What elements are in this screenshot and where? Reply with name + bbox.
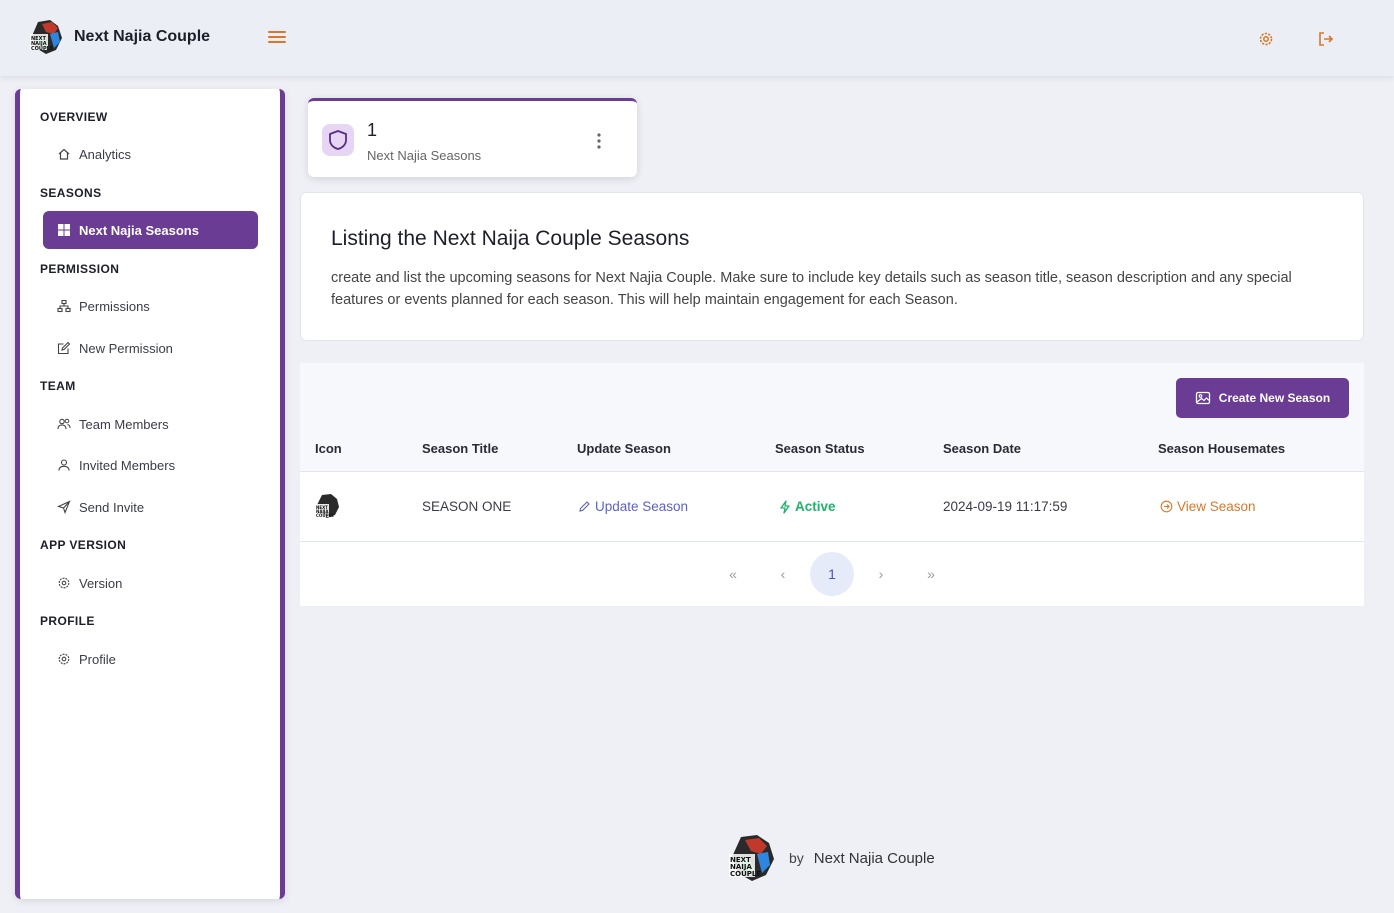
logout-icon[interactable]	[1317, 30, 1335, 48]
create-button-label: Create New Season	[1218, 391, 1331, 405]
sidebar-item-permissions[interactable]: Permissions	[43, 287, 258, 325]
brand-logo-icon: NEXT NAIJA COUPLE	[30, 20, 62, 54]
sidebar: OVERVIEW Analytics SEASONS Next Najia Se…	[15, 89, 285, 899]
edit-icon	[57, 341, 71, 355]
season-icon-cell: NEXT NAIJA COUPLE	[314, 492, 342, 520]
sidebar-item-version[interactable]: Version	[43, 564, 258, 602]
svg-text:COUPLE: COUPLE	[31, 46, 54, 52]
column-header-season-title: Season Title	[422, 441, 499, 456]
sidebar-item-label: Analytics	[79, 146, 132, 162]
column-header-season-housemates: Season Housemates	[1158, 441, 1286, 456]
users-icon	[57, 418, 71, 430]
update-season-label: Update Season	[595, 499, 689, 514]
gear-icon	[58, 653, 70, 665]
footer: NEXT NAIJA COUPLE by Next Najia Couple	[727, 832, 935, 884]
previous-page-button[interactable]: ‹	[761, 552, 805, 596]
sidebar-item-analytics[interactable]: Analytics	[43, 135, 258, 173]
home-icon	[58, 148, 70, 160]
more-vertical-icon[interactable]	[594, 131, 604, 151]
season-date-cell: 2024-09-19 11:17:59	[943, 499, 1068, 514]
column-header-season-date: Season Date	[943, 441, 1022, 456]
sidebar-item-send-invite[interactable]: Send Invite	[43, 488, 258, 526]
sidebar-item-label: New Permission	[79, 340, 173, 356]
sidebar-item-label: Send Invite	[79, 499, 145, 515]
table-row: NEXT NAIJA COUPLE SEASON ONE Update Seas…	[300, 472, 1364, 542]
season-status-cell: Active	[779, 499, 836, 514]
arrow-circle-right-icon	[1160, 500, 1173, 513]
column-header-update-season: Update Season	[577, 441, 671, 456]
footer-by: by	[789, 850, 804, 866]
hamburger-menu-icon[interactable]	[266, 26, 288, 48]
pagination: « ‹ 1 › »	[300, 542, 1364, 606]
season-title-cell: SEASON ONE	[422, 499, 512, 514]
column-header-icon: Icon	[315, 441, 342, 456]
sidebar-item-profile[interactable]: Profile	[43, 640, 258, 678]
sidebar-item-team-members[interactable]: Team Members	[43, 405, 258, 443]
create-new-season-button[interactable]: Create New Season	[1176, 378, 1349, 418]
first-page-button[interactable]: «	[711, 552, 755, 596]
svg-text:COUPLE: COUPLE	[730, 870, 761, 878]
brand-title: Next Najia Couple	[74, 28, 211, 45]
pencil-icon	[579, 501, 590, 512]
view-season-label: View Season	[1177, 499, 1256, 514]
lightning-icon	[780, 499, 790, 514]
season-logo-icon: NEXT NAIJA COUPLE	[315, 494, 339, 518]
section-permission: PERMISSION	[40, 262, 120, 276]
current-page-button[interactable]: 1	[810, 552, 854, 596]
gear-icon	[58, 577, 70, 589]
sitemap-icon	[57, 299, 71, 313]
status-badge: Active	[795, 499, 836, 514]
section-profile: PROFILE	[40, 614, 95, 628]
info-card: Listing the Next Naija Couple Seasons cr…	[300, 192, 1364, 341]
sidebar-item-label: Next Najia Seasons	[79, 222, 199, 238]
sidebar-item-invited-members[interactable]: Invited Members	[43, 446, 258, 484]
grid-icon	[58, 224, 70, 236]
section-team: TEAM	[40, 379, 76, 393]
sidebar-item-new-permission[interactable]: New Permission	[43, 329, 258, 367]
top-bar: NEXT NAIJA COUPLE Next Najia Couple	[0, 0, 1394, 76]
shield-icon	[329, 130, 347, 150]
footer-logo-icon: NEXT NAIJA COUPLE	[729, 835, 774, 881]
brand[interactable]: NEXT NAIJA COUPLE Next Najia Couple	[28, 18, 210, 56]
next-page-button[interactable]: ›	[859, 552, 903, 596]
section-overview: OVERVIEW	[40, 110, 108, 124]
svg-text:COUPLE: COUPLE	[316, 513, 334, 518]
footer-name: Next Najia Couple	[813, 849, 935, 867]
user-icon	[58, 459, 70, 471]
settings-gear-icon[interactable]	[1257, 30, 1275, 48]
image-icon	[1195, 391, 1210, 405]
update-season-link[interactable]: Update Season	[578, 499, 688, 514]
seasons-table-card: Create New Season Icon Season Title Upda…	[300, 363, 1364, 606]
section-app-version: APP VERSION	[40, 538, 127, 552]
sidebar-item-label: Profile	[79, 651, 116, 667]
sidebar-item-label: Version	[79, 575, 123, 591]
send-icon	[57, 500, 71, 514]
sidebar-item-label: Permissions	[79, 298, 150, 314]
sidebar-item-label: Team Members	[79, 416, 169, 432]
stat-count: 1	[367, 120, 378, 140]
view-season-link[interactable]: View Season	[1160, 499, 1256, 514]
seasons-stat-card: 1 Next Najia Seasons	[308, 98, 637, 177]
sidebar-item-label: Invited Members	[79, 457, 176, 473]
sidebar-item-next-najia-seasons[interactable]: Next Najia Seasons	[43, 211, 258, 249]
column-header-season-status: Season Status	[775, 441, 865, 456]
stat-icon-badge	[322, 124, 354, 156]
page-description: create and list the upcoming seasons for…	[331, 270, 1292, 308]
stat-label: Next Najia Seasons	[367, 148, 482, 163]
last-page-button[interactable]: »	[909, 552, 953, 596]
section-seasons: SEASONS	[40, 186, 102, 200]
page-title: Listing the Next Naija Couple Seasons	[331, 227, 690, 250]
